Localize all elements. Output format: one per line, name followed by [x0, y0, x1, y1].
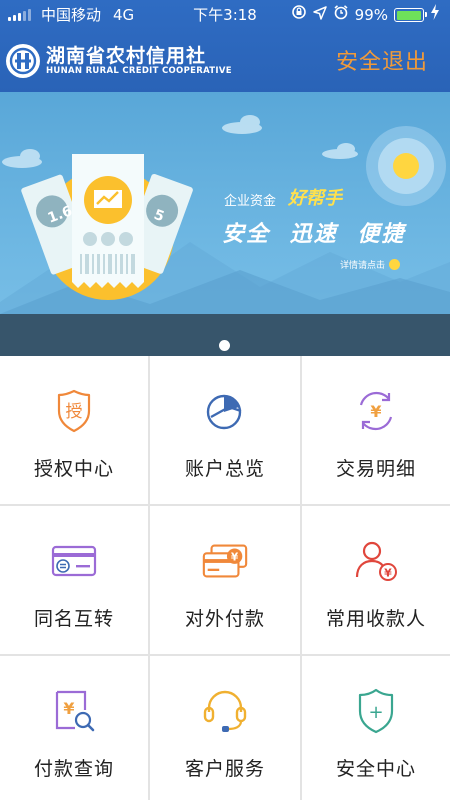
- banner-detail-link[interactable]: 详情请点击: [340, 258, 401, 271]
- transaction-icon-glyph: ¥: [370, 402, 381, 421]
- payment-query-search-icon: ¥: [49, 686, 99, 736]
- customer-service-headset-icon: [200, 686, 250, 736]
- security-icon-glyph: +: [368, 702, 383, 723]
- status-bar: 中国移动 4G 下午3:18 99%: [0, 0, 450, 30]
- menu-item-external-payment[interactable]: ¥ 对外付款: [150, 506, 300, 654]
- menu-item-label: 同名互转: [33, 608, 114, 630]
- battery-percent: 99%: [354, 6, 388, 24]
- battery-icon: [394, 8, 427, 22]
- banner-detail-label: 详情请点击: [340, 261, 386, 271]
- promo-banner[interactable]: 1.6 5 企业资金 好帮手 安全 迅速 便捷 详情请点击: [0, 92, 450, 356]
- banner-slogan-prefix: 企业资金: [224, 194, 277, 209]
- menu-item-label: 安全中心: [335, 758, 416, 780]
- app-header: 中国移动 4G 下午3:18 99% 湖南省农村信用社 HUNAN RURAL …: [0, 0, 450, 92]
- credit-union-logo-icon: [6, 44, 40, 78]
- brand-name-en: HUNAN RURAL CREDIT COOPERATIVE: [46, 66, 232, 76]
- menu-item-label: 交易明细: [335, 458, 416, 480]
- menu-item-label: 授权中心: [33, 458, 114, 480]
- menu-item-security-center[interactable]: + 安全中心: [302, 656, 450, 800]
- rotation-lock-icon: [291, 0, 307, 30]
- banner-slogan-highlight: 好帮手: [288, 188, 342, 209]
- payment-query-icon-glyph: ¥: [63, 699, 74, 718]
- detail-arrow-icon: [389, 259, 401, 270]
- function-grid: 授 授权中心 账户总览 ¥ 交易明细 同名互转 ¥ 对外付款 ¥ 常用收款人 ¥…: [0, 356, 450, 800]
- menu-item-authorization-center[interactable]: 授 授权中心: [0, 356, 148, 504]
- menu-item-label: 常用收款人: [325, 608, 426, 630]
- location-arrow-icon: [312, 0, 327, 30]
- menu-item-frequent-payee[interactable]: ¥ 常用收款人: [302, 506, 450, 654]
- title-bar: 湖南省农村信用社 HUNAN RURAL CREDIT COOPERATIVE …: [0, 30, 450, 92]
- transaction-yen-cycle-icon: ¥: [351, 386, 401, 436]
- external-payment-icon-glyph: ¥: [231, 552, 239, 564]
- logout-button[interactable]: 安全退出: [336, 44, 428, 76]
- menu-item-payment-query[interactable]: ¥ 付款查询: [0, 656, 148, 800]
- alarm-clock-icon: [333, 0, 349, 30]
- menu-item-label: 客户服务: [184, 758, 265, 780]
- authorization-shield-icon: 授: [49, 386, 99, 436]
- menu-item-label: 账户总览: [184, 458, 265, 480]
- brand-name-cn: 湖南省农村信用社: [46, 45, 207, 67]
- external-payment-cards-icon: ¥: [200, 536, 250, 586]
- banner-slogan-main: 安全 迅速 便捷: [222, 222, 406, 247]
- menu-item-label: 付款查询: [33, 758, 114, 780]
- authorization-icon-glyph: 授: [66, 402, 83, 422]
- account-pie-chart-icon: [200, 386, 250, 436]
- menu-item-label: 对外付款: [184, 608, 265, 630]
- menu-item-same-name-transfer[interactable]: 同名互转: [0, 506, 148, 654]
- security-shield-plus-icon: +: [351, 686, 401, 736]
- status-right: 99%: [291, 0, 440, 30]
- battery-fill: [396, 10, 422, 20]
- menu-item-transaction-details[interactable]: ¥ 交易明细: [302, 356, 450, 504]
- charging-bolt-icon: [430, 0, 440, 30]
- menu-item-customer-service[interactable]: 客户服务: [150, 656, 300, 800]
- carousel-indicator-dot[interactable]: [219, 340, 230, 351]
- frequent-payee-icon-glyph: ¥: [384, 567, 392, 580]
- frequent-payee-person-icon: ¥: [351, 536, 401, 586]
- menu-item-account-overview[interactable]: 账户总览: [150, 356, 300, 504]
- same-name-transfer-card-icon: [49, 536, 99, 586]
